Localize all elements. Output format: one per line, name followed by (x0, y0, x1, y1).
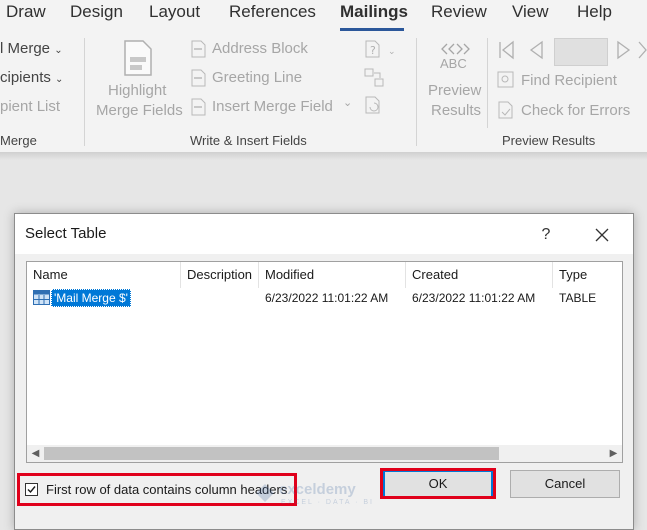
ribbon-tab-bar: Draw Design Layout References Mailings R… (0, 0, 647, 34)
select-recipients-button[interactable]: cipients ⌄ (0, 69, 63, 86)
svg-text:⌄: ⌄ (388, 47, 396, 57)
highlight-merge-fields-icon (124, 40, 152, 76)
edit-merge-button[interactable]: l Merge ⌄ (0, 40, 63, 57)
check-for-errors-button[interactable]: Check for Errors (521, 102, 630, 119)
chevron-down-icon[interactable]: ⌄ (343, 96, 352, 109)
tab-references[interactable]: References (229, 2, 316, 22)
group-label-start-merge: Merge (0, 133, 37, 148)
tab-review[interactable]: Review (431, 2, 487, 22)
close-icon (595, 228, 609, 242)
insert-merge-field-button[interactable]: Insert Merge Field (212, 98, 333, 115)
watermark-subtitle: EXCEL · DATA · BI (281, 499, 374, 506)
last-record-icon[interactable] (638, 40, 647, 60)
preview-arrows-icon (441, 43, 470, 55)
tab-mailings[interactable]: Mailings (340, 2, 408, 22)
preview-results-button[interactable]: Preview (428, 82, 481, 99)
scroll-left-icon[interactable]: ◀ (27, 445, 44, 462)
tab-help[interactable]: Help (577, 2, 612, 22)
watermark-name: exceldemy (279, 481, 356, 498)
highlight-merge-fields-label-2: Merge Fields (96, 102, 183, 119)
rules-icon[interactable]: ? ⌄ (364, 40, 400, 60)
highlight-merge-fields-button[interactable]: Highlight (108, 82, 166, 99)
highlight-box-ok (380, 468, 496, 499)
column-header-name[interactable]: Name (27, 262, 181, 288)
scrollbar-thumb[interactable] (44, 447, 499, 460)
group-separator (84, 38, 85, 146)
chevron-down-icon: ⌄ (54, 45, 63, 56)
update-labels-icon[interactable] (364, 96, 386, 116)
row-created: 6/23/2022 11:01:22 AM (412, 291, 536, 305)
group-separator (416, 38, 417, 146)
match-fields-icon[interactable] (364, 68, 386, 88)
watermark: exceldemy EXCEL · DATA · BI (255, 481, 395, 511)
group-separator (487, 38, 488, 128)
dialog-title: Select Table (25, 225, 107, 242)
scroll-right-icon[interactable]: ▶ (605, 445, 622, 462)
greeting-line-icon (191, 69, 206, 87)
edit-merge-label: l Merge (0, 40, 51, 57)
find-recipient-icon (497, 71, 514, 88)
edit-recipient-list-button[interactable]: pient List (0, 98, 60, 115)
greeting-line-button[interactable]: Greeting Line (212, 69, 302, 86)
tab-design[interactable]: Design (70, 2, 123, 22)
dialog-titlebar[interactable]: Select Table ? (15, 214, 633, 254)
row-name[interactable]: 'Mail Merge $' (51, 289, 131, 307)
row-type: TABLE (559, 291, 597, 305)
group-label-preview-results: Preview Results (502, 133, 596, 148)
next-record-icon[interactable] (615, 40, 633, 60)
address-block-icon (191, 40, 206, 58)
check-for-errors-icon (498, 101, 513, 119)
svg-text:?: ? (370, 44, 376, 57)
column-header-modified[interactable]: Modified (259, 262, 406, 288)
active-tab-indicator (340, 28, 404, 31)
record-number-input[interactable] (554, 38, 608, 66)
exceldemy-logo-icon (256, 484, 274, 502)
cancel-button[interactable]: Cancel (510, 470, 620, 498)
tab-layout[interactable]: Layout (149, 2, 200, 22)
ribbon-shadow (0, 152, 647, 160)
column-header-created[interactable]: Created (406, 262, 553, 288)
preview-abc-label: ABC (440, 56, 467, 71)
tab-view[interactable]: View (512, 2, 549, 22)
preview-results-label-2: Results (431, 102, 482, 119)
ribbon: l Merge ⌄ cipients ⌄ pient List Merge Hi… (0, 34, 647, 153)
address-block-button[interactable]: Address Block (212, 40, 308, 57)
insert-merge-field-icon (191, 98, 206, 116)
find-recipient-button[interactable]: Find Recipient (521, 72, 617, 89)
select-recipients-label: cipients (0, 69, 51, 86)
previous-record-icon[interactable] (528, 40, 546, 60)
tab-draw[interactable]: Draw (6, 2, 46, 22)
row-modified: 6/23/2022 11:01:22 AM (265, 291, 389, 305)
group-label-write-insert: Write & Insert Fields (190, 133, 307, 148)
column-header-description[interactable]: Description (181, 262, 259, 288)
close-button[interactable] (585, 220, 619, 250)
table-icon (33, 290, 50, 305)
column-header-type[interactable]: Type (553, 262, 622, 288)
table-list[interactable]: Name Description Modified Created Type '… (26, 261, 623, 463)
horizontal-scrollbar[interactable]: ◀ ▶ (27, 445, 622, 462)
help-button[interactable]: ? (531, 220, 561, 250)
chevron-down-icon: ⌄ (55, 74, 64, 85)
first-record-icon[interactable] (497, 40, 517, 60)
